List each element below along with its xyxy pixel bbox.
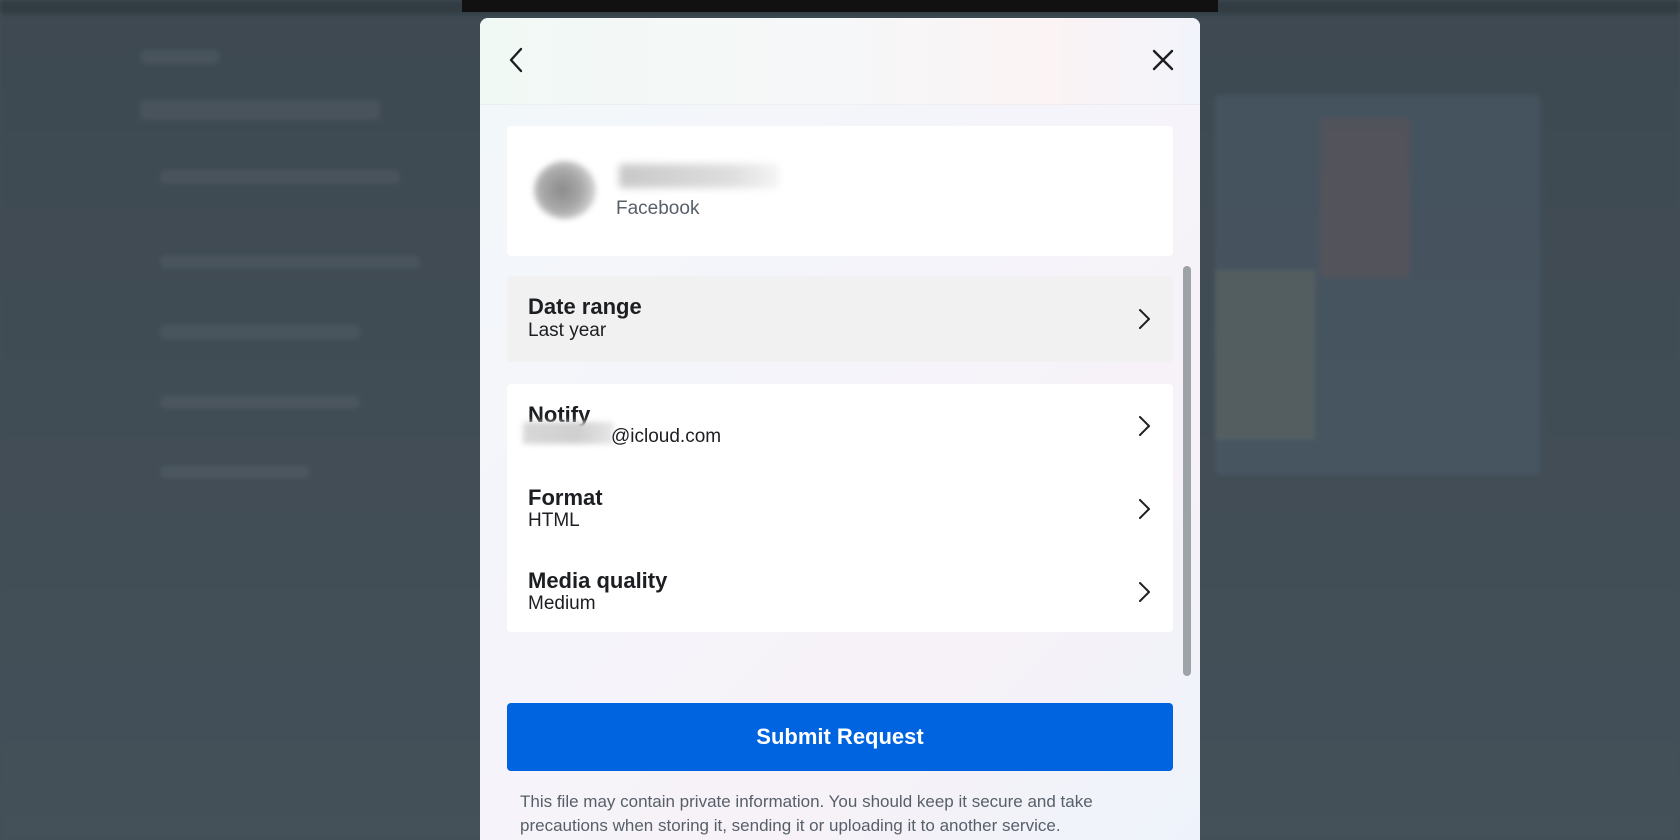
- chevron-right-icon: [1139, 499, 1150, 519]
- date-range-value: Last year: [528, 320, 607, 341]
- modal-top-strip: [462, 0, 1218, 12]
- profile-card: Facebook: [507, 126, 1173, 256]
- submit-request-button[interactable]: Submit Request: [507, 703, 1173, 771]
- notify-row[interactable]: Notify @icloud.com: [507, 384, 1173, 466]
- media-quality-value: Medium: [528, 593, 596, 614]
- chevron-left-icon: [509, 47, 523, 73]
- email-redacted: [523, 422, 613, 444]
- profile-platform: Facebook: [616, 198, 700, 219]
- close-button[interactable]: [1143, 40, 1183, 80]
- chevron-right-icon: [1139, 416, 1150, 436]
- chevron-right-icon: [1139, 582, 1150, 602]
- media-quality-row[interactable]: Media quality Medium: [507, 550, 1173, 632]
- export-options-card: Notify @icloud.com Format HTML Media qua…: [507, 384, 1173, 632]
- scrollbar[interactable]: [1183, 266, 1191, 676]
- chevron-right-icon: [1139, 309, 1150, 329]
- back-button[interactable]: [497, 40, 537, 80]
- date-range-row[interactable]: Date range Last year: [507, 276, 1173, 362]
- profile-name-redacted: [619, 164, 779, 188]
- download-request-dialog: Facebook Date range Last year Notify @ic…: [480, 18, 1200, 840]
- format-label: Format: [528, 485, 603, 510]
- privacy-disclaimer: This file may contain private informatio…: [520, 792, 1093, 835]
- dialog-header: [480, 18, 1200, 105]
- date-range-label: Date range: [528, 294, 642, 319]
- format-row[interactable]: Format HTML: [507, 467, 1173, 549]
- format-value: HTML: [528, 510, 580, 531]
- close-icon: [1152, 49, 1174, 71]
- dialog-content: Facebook Date range Last year Notify @ic…: [480, 104, 1200, 840]
- media-quality-label: Media quality: [528, 568, 668, 593]
- notify-value: @icloud.com: [611, 426, 722, 447]
- avatar: [534, 161, 596, 219]
